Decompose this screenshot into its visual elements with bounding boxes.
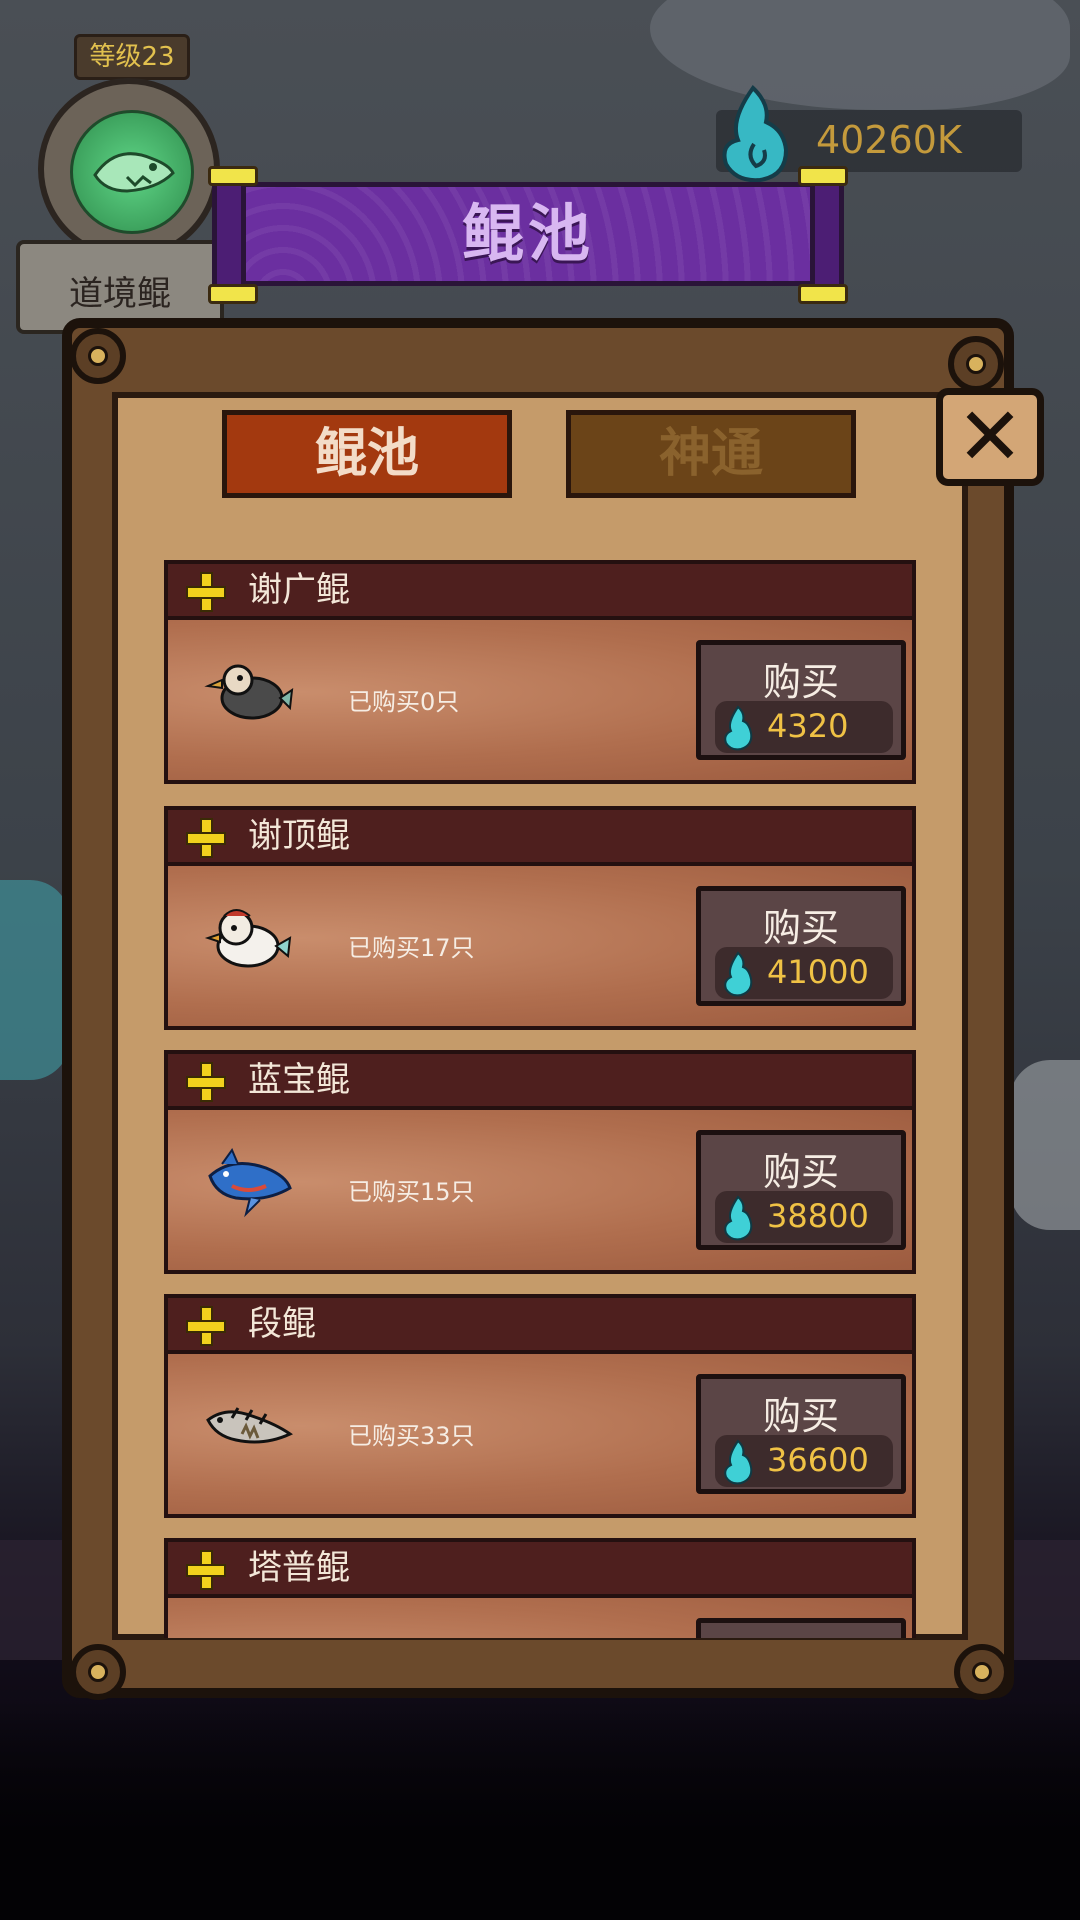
bottom-shadow [0, 1700, 1080, 1920]
price-tag: 41000 [715, 947, 893, 999]
currency-value: 40260K [816, 118, 962, 162]
buy-button[interactable]: 购买 36600 [696, 1374, 906, 1494]
frame-bolt-icon [948, 336, 1004, 392]
item-header: 谢广鲲 [164, 560, 916, 620]
item-body: 已购买15只 购买 38800 [164, 1110, 916, 1274]
buy-button[interactable]: 购买 38800 [696, 1130, 906, 1250]
whale-avatar-icon [70, 110, 194, 234]
blue-flame-icon [724, 1195, 753, 1241]
item-name: 谢广鲲 [248, 570, 350, 610]
list-item: 段鲲 已购买33只 购买 36600 [164, 1294, 916, 1518]
list-item: 谢顶鲲 已购买17只 购买 41000 [164, 806, 916, 1030]
frame-bolt-icon [954, 1644, 1010, 1700]
frame-bolt-icon [70, 1644, 126, 1700]
item-body: 已购买33只 购买 36600 [164, 1354, 916, 1518]
item-body: 购买 [164, 1598, 916, 1638]
tab-kun-pool[interactable]: 鲲池 [222, 410, 512, 498]
buy-label: 购买 [762, 660, 839, 704]
item-body: 已购买0只 购买 4320 [164, 620, 916, 784]
item-name: 谢顶鲲 [248, 816, 350, 856]
plus-icon[interactable] [186, 1550, 226, 1590]
bald-kun-icon [204, 909, 292, 968]
buy-label: 购买 [762, 906, 839, 950]
close-icon: ✕ [956, 390, 1024, 483]
tab-abilities[interactable]: 神通 [566, 410, 856, 498]
price-value: 41000 [767, 953, 869, 991]
frame-bolt-icon [70, 328, 126, 384]
price-value: 36600 [767, 1441, 869, 1479]
banner-cap [208, 284, 258, 304]
price-tag: 38800 [715, 1191, 893, 1243]
plus-icon[interactable] [186, 1062, 226, 1102]
avatar[interactable] [38, 78, 220, 260]
purchased-count: 已购买33只 [348, 1422, 475, 1450]
plus-icon[interactable] [186, 1306, 226, 1346]
currency-display: 40260K [716, 84, 1022, 183]
armored-kun-icon [206, 1407, 293, 1444]
buy-button[interactable]: 购买 4320 [696, 640, 906, 760]
item-header: 塔普鲲 [164, 1538, 916, 1598]
list-item: 谢广鲲 已购买0只 购买 4320 [164, 560, 916, 784]
purchased-count: 已购买15只 [348, 1178, 475, 1206]
list-item: 蓝宝鲲 已购买15只 购买 38800 [164, 1050, 916, 1274]
sapphire-kun-icon [208, 1147, 292, 1218]
plus-icon[interactable] [186, 572, 226, 612]
item-name: 段鲲 [248, 1304, 316, 1344]
price-tag: 4320 [715, 701, 893, 753]
background-creature [0, 880, 70, 1080]
item-header: 谢顶鲲 [164, 806, 916, 866]
buy-label: 购买 [762, 1394, 839, 1438]
banner-cap [798, 284, 848, 304]
buy-button[interactable]: 购买 41000 [696, 886, 906, 1006]
item-body: 已购买17只 购买 41000 [164, 866, 916, 1030]
level-badge: 等级23 [74, 34, 190, 80]
page-title: 鲲池 [461, 197, 594, 270]
plus-icon[interactable] [186, 818, 226, 858]
blue-flame-icon [724, 951, 753, 997]
price-value: 38800 [767, 1197, 869, 1235]
blue-flame-icon [724, 705, 753, 751]
background-creature [1010, 1060, 1080, 1230]
item-header: 段鲲 [164, 1294, 916, 1354]
price-value: 4320 [767, 707, 849, 745]
purchased-count: 已购买17只 [348, 934, 475, 962]
price-tag: 36600 [715, 1435, 893, 1487]
item-name: 蓝宝鲲 [248, 1060, 350, 1100]
bird-kun-icon [204, 664, 294, 720]
list-item: 塔普鲲 购买 [164, 1538, 916, 1638]
buy-button[interactable]: 购买 [696, 1618, 906, 1638]
item-header: 蓝宝鲲 [164, 1050, 916, 1110]
blue-flame-icon [724, 1439, 753, 1485]
purchased-count: 已购买0只 [348, 688, 460, 716]
title-banner: 鲲池 [208, 166, 848, 304]
close-button[interactable]: ✕ [936, 388, 1044, 486]
buy-label: 购买 [762, 1150, 839, 1194]
buy-label: 购买 [701, 1629, 901, 1638]
item-name: 塔普鲲 [248, 1548, 350, 1588]
